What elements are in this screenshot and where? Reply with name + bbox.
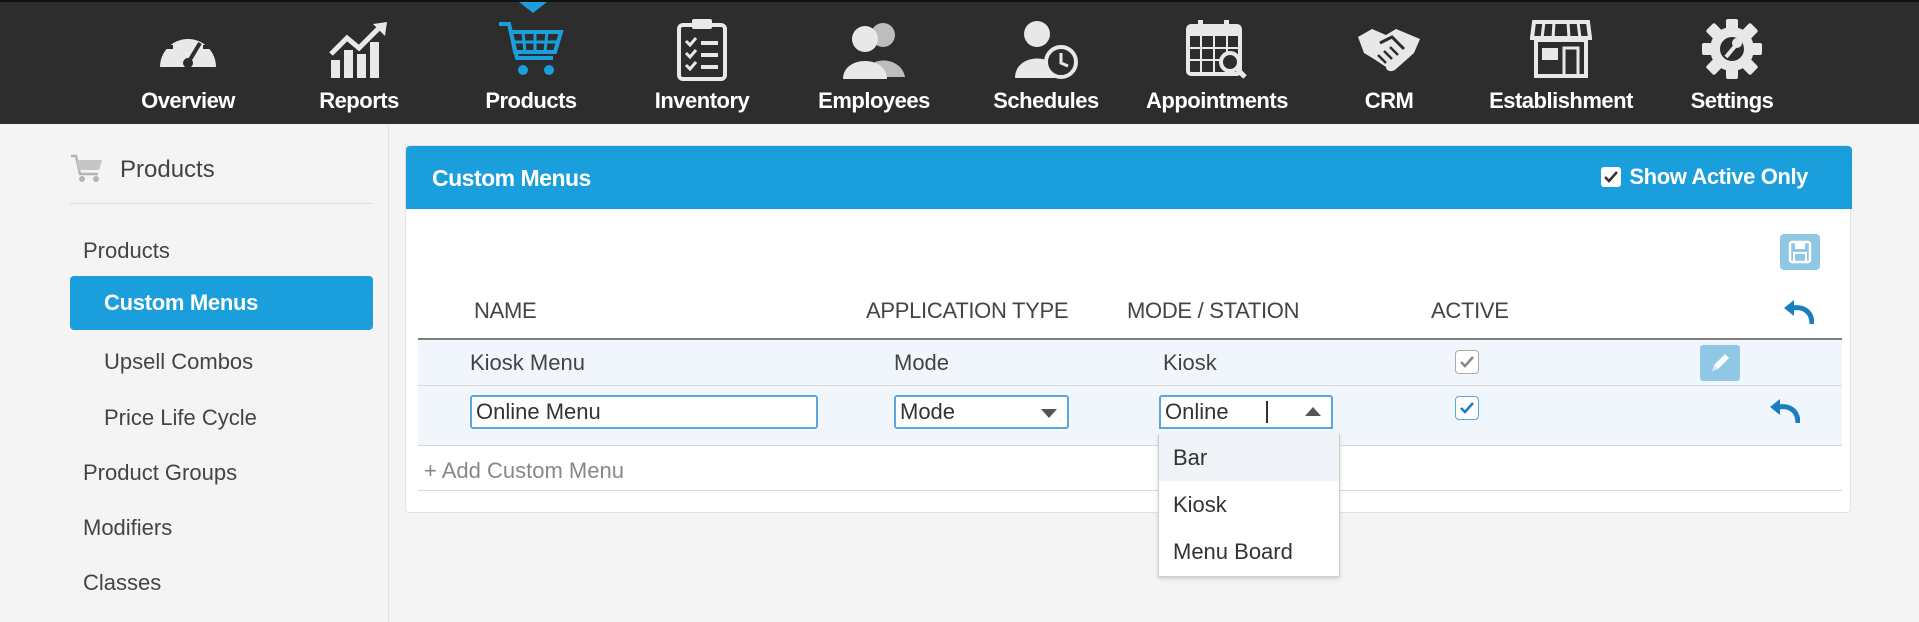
- nav-label: Settings: [1690, 88, 1774, 113]
- nav-reports[interactable]: Reports: [284, 2, 434, 126]
- nav-label: Inventory: [654, 88, 750, 113]
- show-active-only-label: Show Active Only: [1629, 164, 1808, 189]
- handshake-icon: [1353, 16, 1425, 82]
- nav-label: Employees: [818, 88, 930, 113]
- sidebar: Products Products Custom Menus Upsell Co…: [0, 124, 389, 622]
- nav-label: Overview: [141, 88, 235, 113]
- clipboard-checklist-icon: [666, 16, 738, 82]
- edit-row-button[interactable]: [1700, 345, 1740, 381]
- nav-label: Establishment: [1489, 88, 1633, 113]
- nav-label: Reports: [319, 88, 399, 113]
- custom-menus-panel: Custom Menus Show Active Only NAME APPLI…: [405, 145, 1852, 513]
- row-application-type: Mode: [894, 350, 950, 375]
- sidebar-item-product-groups[interactable]: Product Groups: [83, 460, 237, 486]
- storefront-icon: [1525, 16, 1597, 82]
- column-header-application-type: APPLICATION TYPE: [866, 298, 1069, 323]
- sidebar-item-upsell-combos[interactable]: Upsell Combos: [104, 349, 253, 375]
- undo-all-button[interactable]: [1782, 298, 1815, 326]
- nav-inventory[interactable]: Inventory: [627, 2, 777, 126]
- mode-station-dropdown: Bar Kiosk Menu Board: [1158, 434, 1340, 577]
- table-row: Kiosk Menu Mode Kiosk: [418, 340, 1842, 386]
- row-active-checkbox[interactable]: [1455, 396, 1479, 420]
- dropdown-option-menu-board[interactable]: Menu Board: [1159, 528, 1339, 575]
- undo-row-button[interactable]: [1768, 397, 1801, 425]
- table-row-editing: Mode Online: [418, 386, 1842, 446]
- application-type-select[interactable]: Mode: [894, 395, 1069, 429]
- show-active-only-toggle[interactable]: Show Active Only: [1601, 164, 1808, 190]
- sidebar-item-custom-menus[interactable]: Custom Menus: [70, 276, 373, 330]
- application-type-value: Mode: [900, 399, 956, 424]
- cart-icon: [70, 152, 104, 186]
- nav-label: Appointments: [1146, 88, 1288, 113]
- nav-employees[interactable]: Employees: [799, 2, 949, 126]
- table-bottom-divider: [418, 490, 1842, 491]
- checkbox-checked-icon[interactable]: [1601, 167, 1622, 187]
- cart-icon: [495, 16, 567, 82]
- people-icon: [838, 16, 910, 82]
- pencil-icon: [1712, 354, 1729, 371]
- gear-icon: [1696, 16, 1768, 82]
- speedometer-icon: [152, 16, 224, 82]
- chart-growth-icon: [323, 16, 395, 82]
- dropdown-option-bar[interactable]: Bar: [1159, 434, 1339, 481]
- calendar-search-icon: [1181, 16, 1253, 82]
- add-custom-menu-link[interactable]: + Add Custom Menu: [424, 458, 624, 484]
- floppy-disk-icon: [1788, 240, 1812, 264]
- sidebar-title: Products: [120, 156, 215, 183]
- nav-label: Products: [485, 88, 577, 113]
- panel-header: Custom Menus Show Active Only: [406, 146, 1852, 209]
- top-navigation: Overview Reports Products Inventory Empl…: [0, 0, 1919, 124]
- column-header-mode-station: MODE / STATION: [1127, 298, 1300, 323]
- person-clock-icon: [1010, 16, 1082, 82]
- nav-settings[interactable]: Settings: [1657, 2, 1807, 126]
- sidebar-header: Products: [70, 150, 372, 204]
- checkmark-icon: [1460, 402, 1474, 414]
- row-mode-station: Kiosk: [1163, 350, 1217, 375]
- nav-label: Schedules: [993, 88, 1099, 113]
- nav-overview[interactable]: Overview: [113, 2, 263, 126]
- chevron-up-icon: [1305, 407, 1321, 416]
- chevron-down-icon: [1041, 409, 1057, 418]
- mode-station-select[interactable]: Online: [1159, 395, 1333, 429]
- row-name: Kiosk Menu: [470, 350, 585, 375]
- nav-label: CRM: [1364, 88, 1414, 113]
- column-header-name: NAME: [474, 298, 537, 323]
- sidebar-item-classes[interactable]: Classes: [83, 570, 161, 596]
- nav-schedules[interactable]: Schedules: [971, 2, 1121, 126]
- undo-arrow-icon: [1784, 300, 1815, 325]
- undo-arrow-icon: [1770, 399, 1801, 424]
- save-button[interactable]: [1780, 234, 1820, 270]
- panel-title: Custom Menus: [432, 165, 591, 191]
- text-cursor: [1266, 401, 1268, 423]
- checkmark-icon: [1460, 356, 1474, 368]
- column-header-active: ACTIVE: [1431, 298, 1509, 323]
- mode-station-value: Online: [1165, 399, 1229, 424]
- sidebar-item-modifiers[interactable]: Modifiers: [83, 515, 172, 541]
- nav-crm[interactable]: CRM: [1314, 2, 1464, 126]
- nav-establishment[interactable]: Establishment: [1486, 2, 1636, 126]
- nav-appointments[interactable]: Appointments: [1142, 2, 1292, 126]
- menu-name-input[interactable]: [470, 395, 818, 429]
- nav-products[interactable]: Products: [456, 2, 606, 126]
- sidebar-item-products[interactable]: Products: [83, 238, 170, 264]
- sidebar-item-price-life-cycle[interactable]: Price Life Cycle: [104, 405, 257, 431]
- row-active-checkbox[interactable]: [1455, 350, 1479, 374]
- dropdown-option-kiosk[interactable]: Kiosk: [1159, 481, 1339, 528]
